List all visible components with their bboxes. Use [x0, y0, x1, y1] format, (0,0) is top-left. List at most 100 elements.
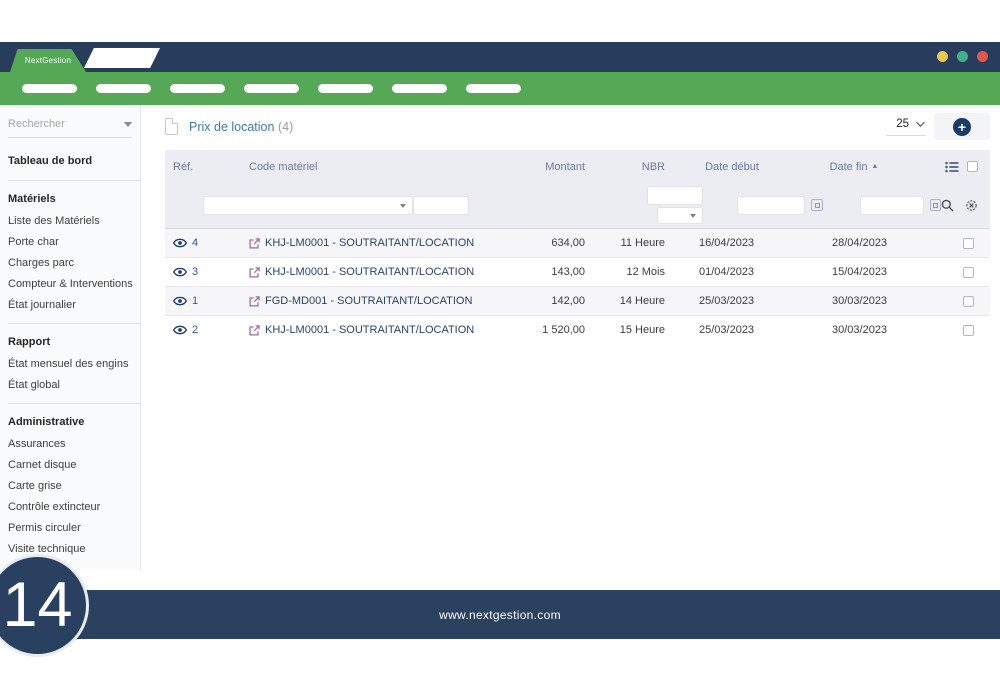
- date-debut-cell: 16/04/2023: [669, 237, 795, 249]
- nav-menu-pill[interactable]: [318, 84, 373, 93]
- sort-asc-icon: ▲: [871, 163, 878, 170]
- filter-nbr-cell: [471, 186, 707, 224]
- nav-menu-pill[interactable]: [466, 84, 521, 93]
- ref-number[interactable]: 1: [192, 295, 198, 307]
- nav-menu-pill[interactable]: [96, 84, 151, 93]
- window-controls: [937, 51, 988, 62]
- code-filter-select[interactable]: [203, 196, 413, 215]
- column-header-montant[interactable]: Montant: [509, 161, 587, 173]
- external-link-icon: [249, 238, 260, 249]
- column-header-date-fin[interactable]: Date fin ▲: [795, 161, 913, 173]
- sidebar-item-carnet-disque[interactable]: Carnet disque: [8, 455, 140, 476]
- page-size-select[interactable]: 25: [886, 117, 926, 136]
- sidebar-item-carte-grise[interactable]: Carte grise: [8, 476, 140, 497]
- ref-number[interactable]: 2: [192, 324, 198, 336]
- montant-cell: 143,00: [509, 266, 587, 278]
- filter-code-cell: [191, 183, 413, 215]
- ref-number[interactable]: 4: [192, 237, 198, 249]
- code-materiel-link[interactable]: KHJ-LM0001 - SOUTRAITANT/LOCATION: [237, 237, 509, 249]
- row-actions-cell: [913, 325, 990, 336]
- nbr-cell: 14 Heure: [587, 295, 669, 307]
- sidebar-item-charges-parc[interactable]: Charges parc: [8, 253, 140, 274]
- table-filter-row: [165, 183, 990, 228]
- date-debut-filter-input[interactable]: [737, 196, 805, 215]
- filter-montant-cell: [413, 183, 471, 215]
- table-row: 1FGD-MD001 - SOUTRAITANT/LOCATION142,001…: [165, 286, 990, 315]
- page-number-text: 14: [2, 574, 72, 637]
- sidebar-item-liste-des-mat-riels[interactable]: Liste des Matériels: [8, 211, 140, 232]
- date-fin-cell: 28/04/2023: [795, 237, 913, 249]
- row-actions-cell: [913, 267, 990, 278]
- sidebar-item-assurances[interactable]: Assurances: [8, 434, 140, 455]
- sidebar-search-placeholder: Rechercher: [8, 118, 65, 130]
- sidebar-item--tat-journalier[interactable]: État journalier: [8, 295, 140, 316]
- nbr-cell: 12 Mois: [587, 266, 669, 278]
- filter-date-fin-cell: [823, 183, 941, 215]
- search-icon[interactable]: [941, 199, 954, 212]
- secondary-tab[interactable]: [84, 48, 160, 68]
- ref-cell: 3: [165, 266, 237, 278]
- eye-icon[interactable]: [173, 325, 187, 335]
- sidebar-item--tat-global[interactable]: État global: [8, 375, 140, 396]
- column-header-nbr[interactable]: NBR: [587, 161, 669, 173]
- main-content: Prix de location (4) 25 + Réf. Code maté…: [141, 105, 1000, 570]
- sidebar-section-mat-riels: Matériels: [8, 188, 140, 211]
- column-header-code[interactable]: Code matériel: [237, 161, 509, 173]
- page-size-value: 25: [896, 118, 909, 130]
- sidebar-item-contr-le-extincteur[interactable]: Contrôle extincteur: [8, 497, 140, 518]
- montant-filter-input[interactable]: [413, 196, 469, 215]
- sidebar-item-compteur-interventions[interactable]: Compteur & Interventions: [8, 274, 140, 295]
- sidebar-divider: [8, 180, 140, 181]
- nbr-filter-select[interactable]: [657, 207, 703, 224]
- eye-icon[interactable]: [173, 267, 187, 277]
- row-checkbox[interactable]: [963, 238, 974, 249]
- ref-cell: 1: [165, 295, 237, 307]
- code-materiel-text: FGD-MD001 - SOUTRAITANT/LOCATION: [265, 295, 472, 307]
- column-header-ref[interactable]: Réf.: [165, 161, 237, 173]
- date-fin-filter-input[interactable]: [860, 196, 924, 215]
- brand-tab[interactable]: NextGestion: [10, 49, 86, 72]
- row-checkbox[interactable]: [963, 267, 974, 278]
- sidebar-search[interactable]: Rechercher: [8, 118, 132, 138]
- search-reset-icon[interactable]: [965, 199, 978, 212]
- nav-menu-pill[interactable]: [170, 84, 225, 93]
- window-dot-red-icon[interactable]: [977, 51, 988, 62]
- nav-menu-pill[interactable]: [392, 84, 447, 93]
- table-row: 2KHJ-LM0001 - SOUTRAITANT/LOCATION1 520,…: [165, 315, 990, 344]
- table-body: 4KHJ-LM0001 - SOUTRAITANT/LOCATION634,00…: [165, 228, 990, 344]
- eye-icon[interactable]: [173, 238, 187, 248]
- page-title: Prix de location (4): [189, 120, 293, 134]
- select-all-checkbox[interactable]: [967, 161, 978, 172]
- column-header-date-debut[interactable]: Date début: [669, 161, 795, 173]
- code-materiel-link[interactable]: KHJ-LM0001 - SOUTRAITANT/LOCATION: [237, 266, 509, 278]
- window-dot-green-icon[interactable]: [957, 51, 968, 62]
- plus-icon: +: [953, 118, 971, 136]
- list-icon[interactable]: [945, 161, 959, 173]
- calendar-icon[interactable]: [930, 199, 941, 211]
- code-materiel-text: KHJ-LM0001 - SOUTRAITANT/LOCATION: [265, 237, 474, 249]
- add-button[interactable]: +: [934, 113, 990, 140]
- nav-menu-pill[interactable]: [22, 84, 77, 93]
- eye-icon[interactable]: [173, 296, 187, 306]
- code-materiel-link[interactable]: KHJ-LM0001 - SOUTRAITANT/LOCATION: [237, 324, 509, 336]
- nbr-cell: 15 Heure: [587, 324, 669, 336]
- nav-menu-pill[interactable]: [244, 84, 299, 93]
- row-checkbox[interactable]: [963, 296, 974, 307]
- footer-url: www.nextgestion.com: [439, 608, 561, 622]
- date-fin-cell: 15/04/2023: [795, 266, 913, 278]
- row-checkbox[interactable]: [963, 325, 974, 336]
- nbr-filter-input[interactable]: [647, 186, 703, 205]
- date-debut-cell: 25/03/2023: [669, 295, 795, 307]
- ref-number[interactable]: 3: [192, 266, 198, 278]
- window-dot-yellow-icon[interactable]: [937, 51, 948, 62]
- code-materiel-link[interactable]: FGD-MD001 - SOUTRAITANT/LOCATION: [237, 295, 509, 307]
- row-actions-cell: [913, 238, 990, 249]
- sidebar-item-permis-circuler[interactable]: Permis circuler: [8, 518, 140, 539]
- data-table: Réf. Code matériel Montant NBR Date débu…: [165, 150, 990, 344]
- sidebar-item--tat-mensuel-des-engins[interactable]: État mensuel des engins: [8, 354, 140, 375]
- document-icon: [165, 118, 178, 135]
- column-header-actions: [913, 161, 990, 173]
- sidebar-item-porte-char[interactable]: Porte char: [8, 232, 140, 253]
- calendar-icon[interactable]: [811, 199, 823, 211]
- ref-cell: 4: [165, 237, 237, 249]
